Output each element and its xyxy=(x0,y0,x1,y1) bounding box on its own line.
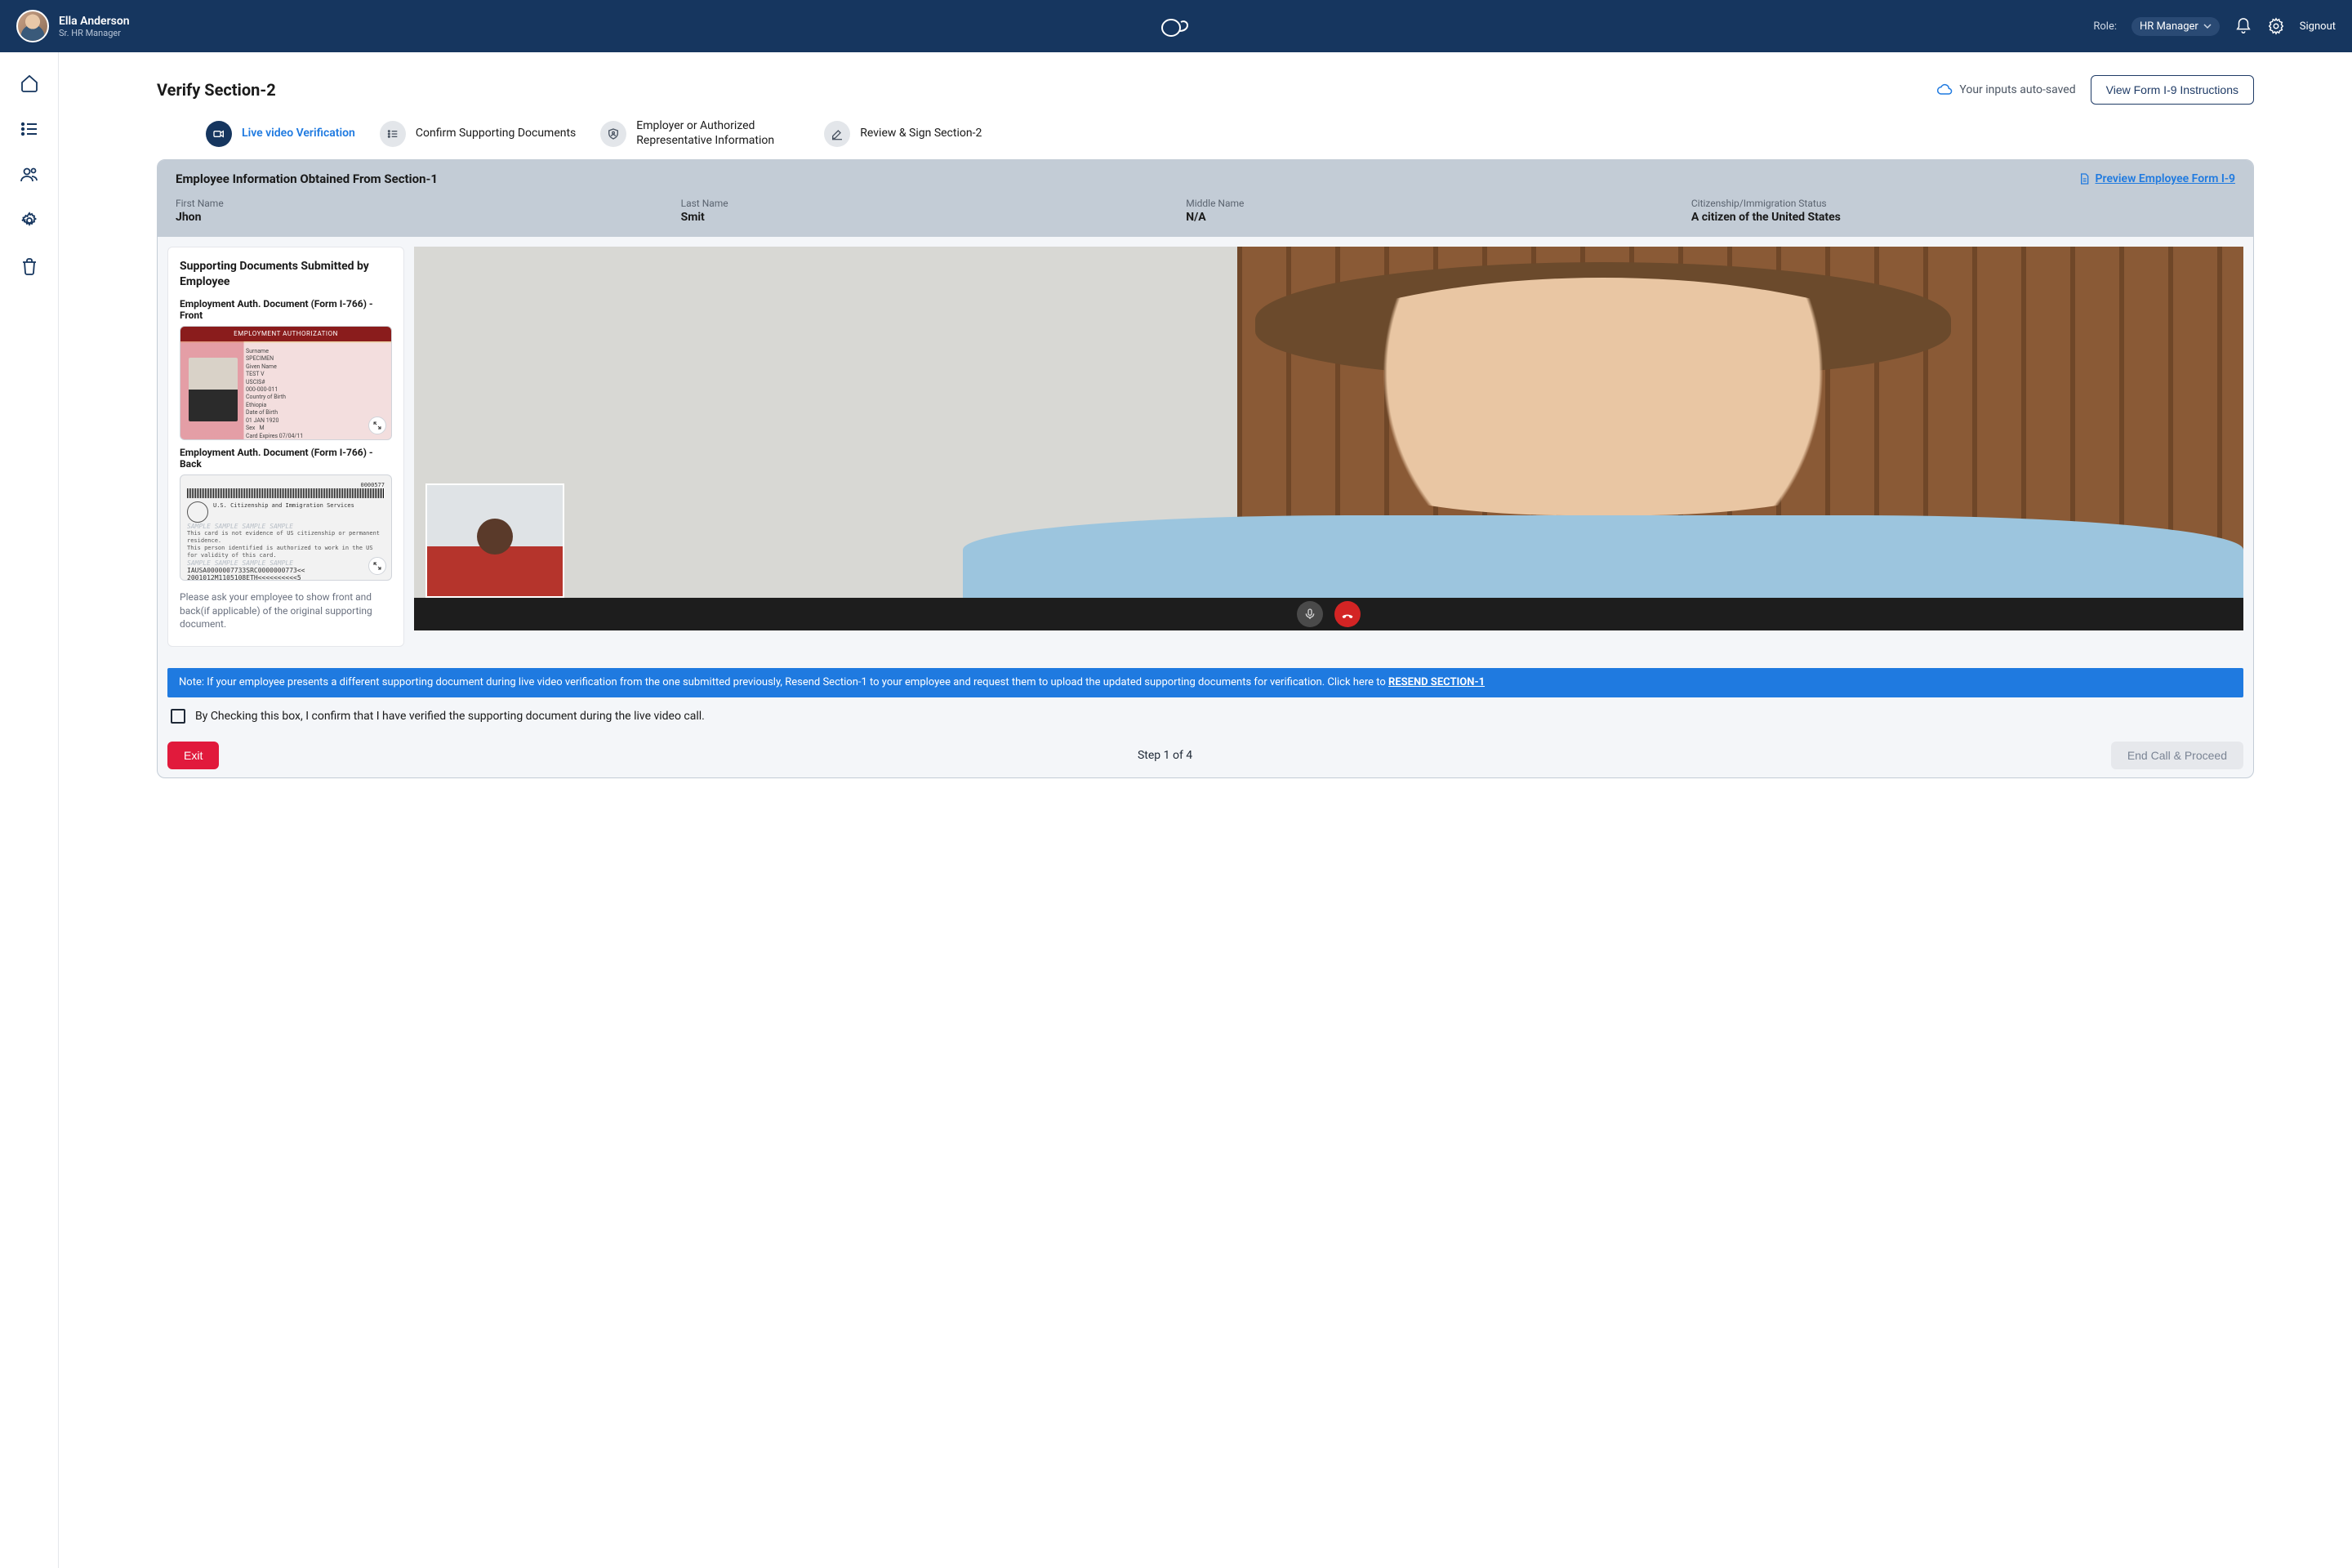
bell-icon[interactable] xyxy=(2234,17,2252,35)
employee-info-grid: First Name Jhon Last Name Smit Middle Na… xyxy=(158,198,2253,237)
main-content: Verify Section-2 Your inputs auto-saved … xyxy=(59,52,2352,1568)
first-name-label: First Name xyxy=(176,198,675,209)
doc-back-title: Employment Auth. Document (Form I-766) -… xyxy=(180,447,392,470)
doc-front-title: Employment Auth. Document (Form I-766) -… xyxy=(180,298,392,321)
shield-user-icon xyxy=(600,121,626,147)
agency-text: U.S. Citizenship and Immigration Service… xyxy=(213,502,354,509)
doc-front-details: Surname SPECIMEN Given Name TEST V USCIS… xyxy=(246,348,332,440)
list-icon[interactable] xyxy=(20,119,39,139)
doc-photo xyxy=(189,358,238,421)
exit-button[interactable]: Exit xyxy=(167,742,219,769)
user-subtitle: Sr. HR Manager xyxy=(59,28,130,38)
doc-note: Please ask your employee to show front a… xyxy=(180,590,392,631)
mrz-line-2: 2001012M1105108ETH<<<<<<<<<<5 xyxy=(187,574,385,581)
resend-section-link[interactable]: RESEND SECTION-1 xyxy=(1388,676,1485,688)
doc-front-image[interactable]: EMPLOYMENT AUTHORIZATION Surname SPECIME… xyxy=(180,326,392,440)
step-confirm-docs[interactable]: Confirm Supporting Documents xyxy=(380,119,576,148)
doc-back-image[interactable]: 0000577 U.S. Citizenship and Immigration… xyxy=(180,474,392,581)
people-icon[interactable] xyxy=(20,165,39,185)
mrz-line-1: IAUSA0000007733SRC0000000773<< xyxy=(187,567,385,574)
user-name: Ella Anderson xyxy=(59,15,130,28)
middle-name-value: N/A xyxy=(1186,211,1685,224)
step-employer-info[interactable]: Employer or Authorized Representative In… xyxy=(600,119,800,148)
app-logo xyxy=(1160,15,1192,38)
video-icon xyxy=(206,121,232,147)
video-controls xyxy=(414,598,2243,630)
gear-icon[interactable] xyxy=(2267,17,2285,35)
barcode xyxy=(187,488,385,498)
video-main xyxy=(414,247,2243,630)
resend-note: Note: If your employee presents a differ… xyxy=(167,668,2243,697)
view-instructions-button[interactable]: View Form I-9 Instructions xyxy=(2091,75,2254,105)
expand-back-button[interactable] xyxy=(368,557,386,575)
checklist-icon xyxy=(380,121,406,147)
preview-form-link[interactable]: Preview Employee Form I-9 xyxy=(2078,172,2235,185)
last-name-label: Last Name xyxy=(681,198,1180,209)
side-rail xyxy=(0,52,59,1568)
middle-name-label: Middle Name xyxy=(1186,198,1685,209)
chevron-down-icon xyxy=(2203,22,2212,30)
document-icon xyxy=(2078,172,2091,185)
trash-icon[interactable] xyxy=(20,256,39,276)
cloud-icon xyxy=(1936,82,1953,98)
stepper: Live video Verification Confirm Supporti… xyxy=(206,119,2254,148)
first-name-value: Jhon xyxy=(176,211,675,224)
citizenship-label: Citizenship/Immigration Status xyxy=(1691,198,2235,209)
doc-front-header: EMPLOYMENT AUTHORIZATION xyxy=(180,327,391,341)
auto-saved-status: Your inputs auto-saved xyxy=(1936,82,2075,98)
step-review-sign[interactable]: Review & Sign Section-2 xyxy=(824,119,982,148)
video-self-preview[interactable] xyxy=(425,483,564,598)
settings-icon[interactable] xyxy=(20,211,39,230)
confirm-text: By Checking this box, I confirm that I h… xyxy=(195,710,705,723)
top-bar: Ella Anderson Sr. HR Manager Role: HR Ma… xyxy=(0,0,2352,52)
documents-panel: Supporting Documents Submitted by Employ… xyxy=(167,247,404,647)
seal-icon xyxy=(187,501,208,523)
step-live-video[interactable]: Live video Verification xyxy=(206,119,355,148)
documents-heading: Supporting Documents Submitted by Employ… xyxy=(180,259,392,290)
home-icon[interactable] xyxy=(20,74,39,93)
page-title: Verify Section-2 xyxy=(157,80,276,100)
citizenship-value: A citizen of the United States xyxy=(1691,211,2235,224)
last-name-value: Smit xyxy=(681,211,1180,224)
mute-button[interactable] xyxy=(1297,601,1323,627)
hangup-button[interactable] xyxy=(1334,601,1361,627)
signout-link[interactable]: Signout xyxy=(2300,20,2336,33)
end-call-proceed-button[interactable]: End Call & Proceed xyxy=(2111,742,2243,769)
role-value: HR Manager xyxy=(2140,20,2198,33)
user-avatar[interactable] xyxy=(16,10,49,42)
video-area xyxy=(414,247,2243,647)
step-indicator: Step 1 of 4 xyxy=(1138,749,1192,762)
pen-icon xyxy=(824,121,850,147)
role-label: Role: xyxy=(2093,20,2117,33)
expand-front-button[interactable] xyxy=(368,416,386,434)
user-block: Ella Anderson Sr. HR Manager xyxy=(59,15,130,38)
verification-panel: Employee Information Obtained From Secti… xyxy=(157,159,2254,778)
employee-info-heading: Employee Information Obtained From Secti… xyxy=(176,172,438,186)
role-selector[interactable]: HR Manager xyxy=(2132,17,2220,36)
confirm-checkbox[interactable] xyxy=(171,709,185,724)
